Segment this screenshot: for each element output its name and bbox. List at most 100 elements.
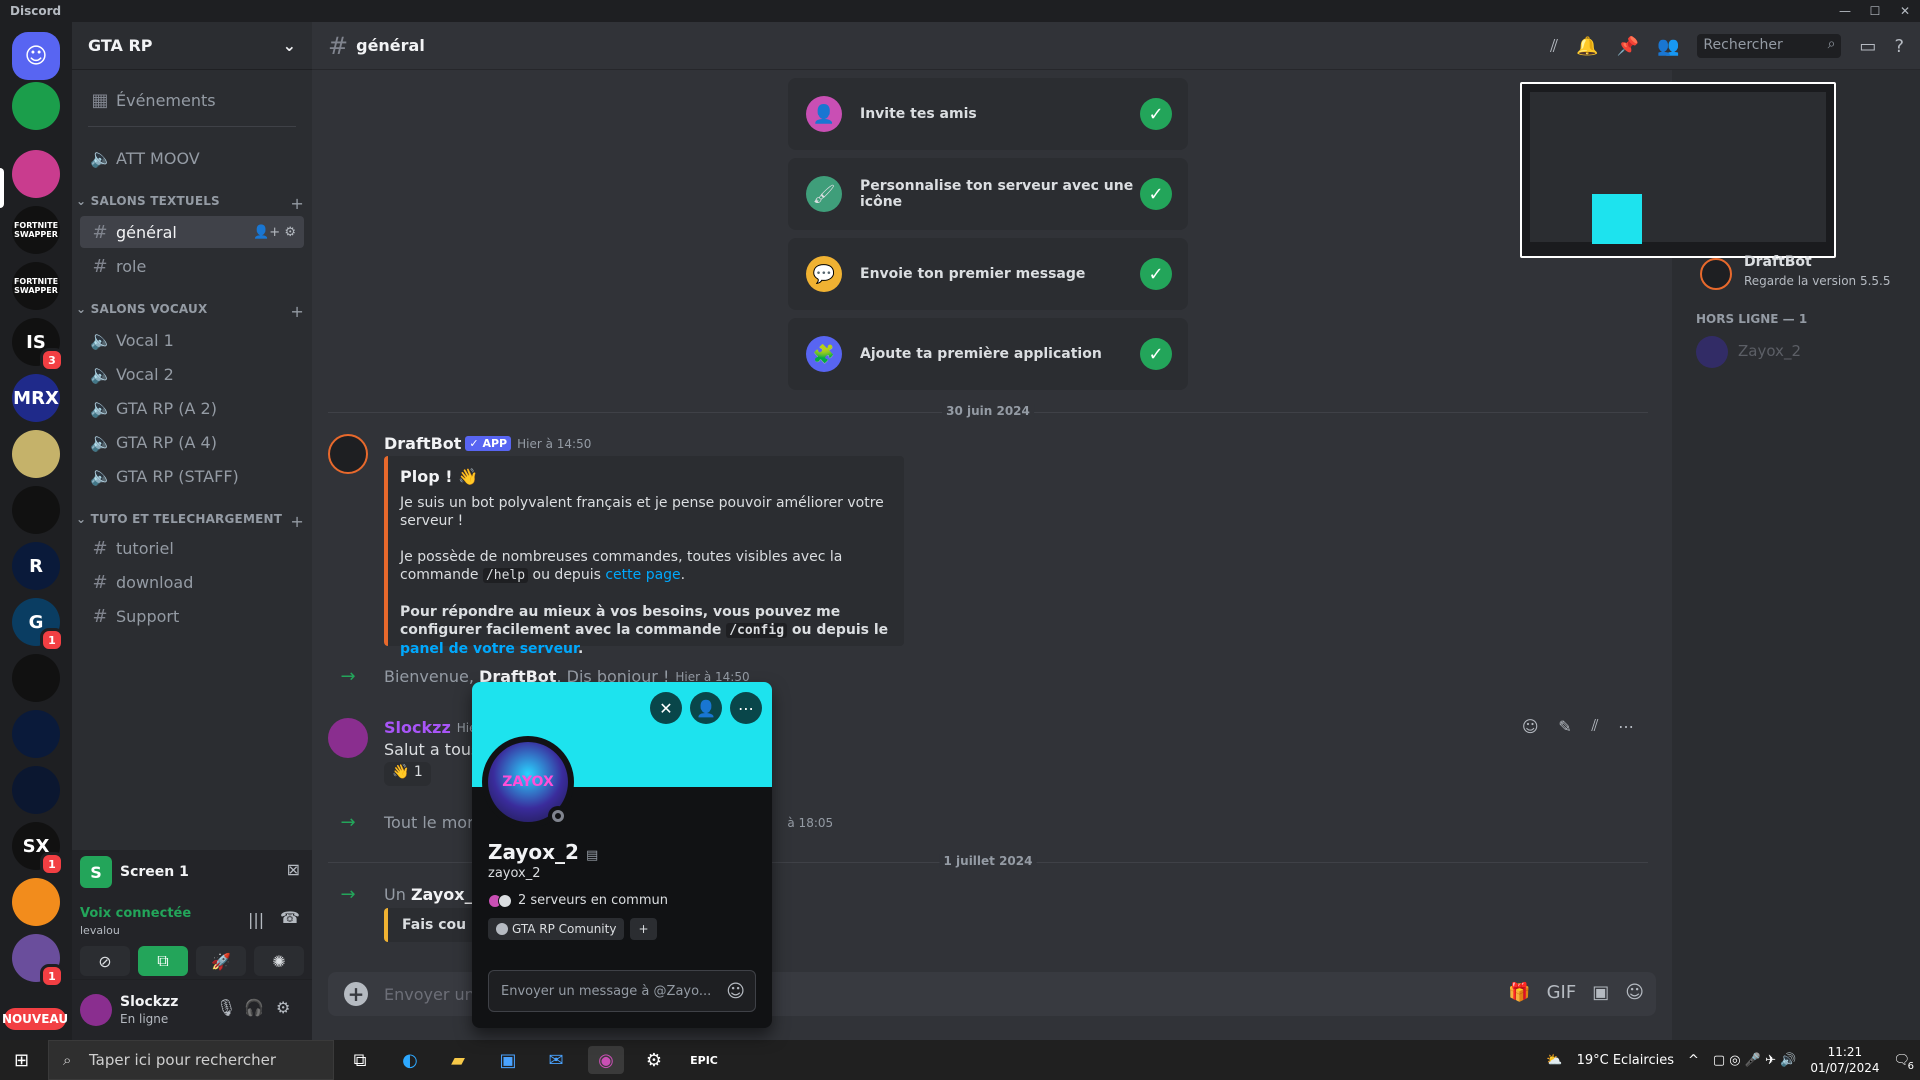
weather-text[interactable]: 19°C Eclaircies bbox=[1577, 1053, 1674, 1068]
new-badge[interactable]: NOUVEAU bbox=[2, 1008, 68, 1030]
disconnect-icon[interactable]: ☎ bbox=[280, 908, 300, 927]
mutual-servers[interactable]: 2 serveurs en commun bbox=[488, 893, 758, 908]
stop-stream-icon[interactable]: ⊠ bbox=[287, 860, 300, 879]
help-command[interactable]: /help bbox=[482, 568, 529, 583]
more-icon[interactable]: ⋯ bbox=[1618, 717, 1634, 736]
author-name[interactable]: DraftBot bbox=[384, 434, 461, 453]
sidebar-item-gta-rp-staff[interactable]: 🔈 GTA RP (STAFF) bbox=[80, 460, 304, 492]
tray-chevron-icon[interactable]: ^ bbox=[1688, 1053, 1699, 1068]
panel-link[interactable]: panel de votre serveur bbox=[400, 641, 578, 657]
sidebar-item-gta-rp-a4[interactable]: 🔈 GTA RP (A 4) bbox=[80, 426, 304, 458]
dm-input[interactable]: Envoyer un message à @Zayo... ☺ bbox=[488, 970, 756, 1012]
avatar[interactable] bbox=[328, 718, 368, 758]
mail-icon[interactable]: ✉ bbox=[538, 1046, 574, 1074]
threads-icon[interactable]: ⫽ bbox=[1550, 36, 1558, 57]
add-attachment-icon[interactable]: + bbox=[344, 982, 368, 1006]
more-icon[interactable]: ⋯ bbox=[730, 692, 762, 724]
sidebar-item-vocal-2[interactable]: 🔈 Vocal 2 bbox=[80, 358, 304, 390]
wave-button[interactable]: Fais cou bbox=[384, 908, 484, 942]
sidebar-item-gta-rp-a2[interactable]: 🔈 GTA RP (A 2) bbox=[80, 392, 304, 424]
screen-share-button[interactable]: ⧉ bbox=[138, 946, 188, 976]
maximize-icon[interactable]: ☐ bbox=[1860, 0, 1890, 22]
task-view-icon[interactable]: ⧉ bbox=[342, 1046, 378, 1074]
taskbar-search[interactable]: ⌕ Taper ici pour rechercher bbox=[48, 1040, 334, 1080]
gift-icon[interactable]: 🎁 bbox=[1508, 982, 1530, 1003]
server-icon[interactable] bbox=[12, 654, 60, 702]
emoji-icon[interactable]: ☺ bbox=[726, 981, 745, 1002]
clock[interactable]: 11:21 01/07/2024 bbox=[1810, 1044, 1879, 1076]
voice-channel-name[interactable]: levalou bbox=[80, 924, 120, 937]
edge-icon[interactable]: ◐ bbox=[392, 1046, 428, 1074]
sidebar-item-support[interactable]: # Support bbox=[80, 600, 304, 632]
server-icon[interactable]: FORTNITE SWAPPER bbox=[12, 262, 60, 310]
server-icon[interactable]: ☺ bbox=[12, 32, 60, 80]
microphone-icon[interactable]: 🎙 bbox=[216, 998, 236, 1017]
sidebar-item-vocal-1[interactable]: 🔈 Vocal 1 bbox=[80, 324, 304, 356]
server-icon[interactable]: MRX bbox=[12, 374, 60, 422]
inbox-icon[interactable]: ▭ bbox=[1859, 36, 1876, 57]
add-channel-icon[interactable]: + bbox=[290, 194, 304, 213]
camera-off-button[interactable]: ⊘ bbox=[80, 946, 130, 976]
server-icon[interactable] bbox=[12, 82, 60, 130]
add-channel-icon[interactable]: + bbox=[290, 512, 304, 531]
server-icon[interactable]: R bbox=[12, 542, 60, 590]
thread-icon[interactable]: ⫽ bbox=[1591, 716, 1598, 736]
avatar[interactable] bbox=[1700, 258, 1732, 290]
close-icon[interactable]: ✕ bbox=[1890, 0, 1920, 22]
add-reaction-icon[interactable]: ☺ bbox=[1522, 717, 1539, 736]
server-icon[interactable] bbox=[12, 150, 60, 198]
bell-icon[interactable]: 🔔 bbox=[1576, 36, 1598, 57]
discord-taskbar-icon[interactable]: ◉ bbox=[588, 1046, 624, 1074]
voice-connected-label[interactable]: Voix connectée bbox=[80, 906, 191, 921]
tray-icons[interactable]: ▢ ◎ 🎤 ✈ 🔊 bbox=[1713, 1053, 1796, 1068]
sidebar-item-events[interactable]: ▦ Événements bbox=[80, 84, 304, 116]
add-role-button[interactable]: + bbox=[630, 918, 657, 940]
task-message[interactable]: 💬 Envoie ton premier message ✓ bbox=[788, 238, 1188, 310]
remove-friend-icon[interactable]: ✕ bbox=[650, 692, 682, 724]
explorer-icon[interactable]: ▰ bbox=[440, 1046, 476, 1074]
gear-icon[interactable]: ⚙ bbox=[276, 998, 290, 1017]
server-chip[interactable]: GTA RP Comunity bbox=[488, 918, 625, 940]
edit-icon[interactable]: ✎ bbox=[1558, 717, 1571, 736]
guild-header[interactable]: GTA RP ⌄ bbox=[72, 22, 312, 70]
emoji-icon[interactable]: ☺ bbox=[1625, 982, 1644, 1003]
server-icon[interactable]: FORTNITE SWAPPER bbox=[12, 206, 60, 254]
search-input[interactable]: Rechercher ⌕ bbox=[1697, 34, 1842, 58]
members-icon[interactable]: 👥 bbox=[1657, 36, 1679, 57]
category-tuto[interactable]: ⌄ TUTO ET TELECHARGEMENT + bbox=[76, 512, 304, 531]
server-icon[interactable] bbox=[12, 430, 60, 478]
reaction-chip[interactable]: 👋 1 bbox=[384, 762, 431, 786]
sidebar-item-general[interactable]: # général 👤+ ⚙ bbox=[80, 216, 304, 248]
server-icon[interactable] bbox=[12, 878, 60, 926]
soundboard-button[interactable]: ✺ bbox=[254, 946, 304, 976]
gif-icon[interactable]: GIF bbox=[1547, 982, 1577, 1003]
task-invite[interactable]: 👤 Invite tes amis ✓ bbox=[788, 78, 1188, 150]
help-icon[interactable]: ? bbox=[1894, 36, 1904, 57]
avatar[interactable] bbox=[80, 994, 112, 1026]
note-icon[interactable]: ▤ bbox=[586, 848, 598, 863]
noise-suppression-icon[interactable]: ||| bbox=[248, 910, 264, 929]
server-icon[interactable] bbox=[12, 710, 60, 758]
steam-icon[interactable]: ⚙ bbox=[636, 1046, 672, 1074]
user-name[interactable]: Slockzz bbox=[120, 994, 178, 1010]
minimize-icon[interactable]: — bbox=[1830, 0, 1860, 22]
server-icon[interactable] bbox=[12, 766, 60, 814]
store-icon[interactable]: ▣ bbox=[490, 1046, 526, 1074]
pin-icon[interactable]: 📌 bbox=[1617, 36, 1639, 57]
sidebar-item-tutoriel[interactable]: # tutoriel bbox=[80, 532, 304, 564]
epic-games-icon[interactable]: EPIC bbox=[686, 1046, 722, 1074]
activity-button[interactable]: 🚀 bbox=[196, 946, 246, 976]
config-command[interactable]: /config bbox=[726, 623, 788, 638]
category-voice[interactable]: ⌄ SALONS VOCAUX + bbox=[76, 302, 304, 321]
task-app[interactable]: 🧩 Ajoute ta première application ✓ bbox=[788, 318, 1188, 390]
add-channel-icon[interactable]: + bbox=[290, 302, 304, 321]
stream-preview[interactable] bbox=[1520, 82, 1836, 258]
add-friend-icon[interactable]: 👤 bbox=[690, 692, 722, 724]
sidebar-item-att-moov[interactable]: 🔈 ATT MOOV bbox=[80, 142, 304, 174]
avatar[interactable] bbox=[1696, 336, 1728, 368]
page-link[interactable]: cette page bbox=[605, 567, 680, 583]
author-name[interactable]: Slockzz bbox=[384, 718, 451, 737]
avatar[interactable] bbox=[328, 434, 368, 474]
member-name[interactable]: DraftBot bbox=[1744, 254, 1812, 270]
sticker-icon[interactable]: ▣ bbox=[1592, 982, 1609, 1003]
